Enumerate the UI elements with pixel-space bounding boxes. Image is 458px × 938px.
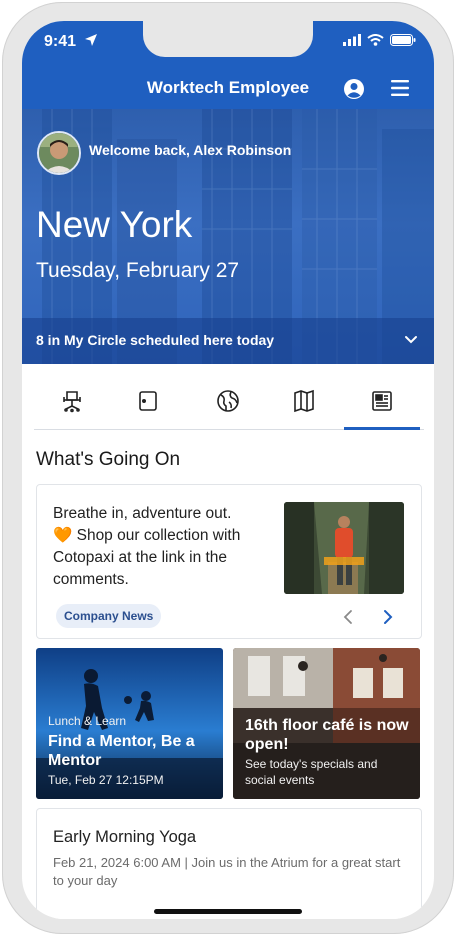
app-header: 9:41 Worktech Employee — [22, 21, 434, 109]
status-icons — [343, 34, 416, 46]
event-card[interactable]: Early Morning Yoga Feb 21, 2024 6:00 AM … — [36, 808, 422, 919]
news-body: 🧡 Shop our collection with Cotopaxi at t… — [53, 527, 241, 588]
my-circle-bar[interactable]: 8 in My Circle scheduled here today — [22, 318, 434, 364]
news-headline: Breathe in, adventure out. — [53, 505, 232, 522]
desk-chair-icon — [63, 390, 81, 412]
app-screen: 9:41 Worktech Employee Welcome back, Ale… — [22, 21, 434, 919]
location-arrow-icon — [85, 34, 97, 46]
newspaper-icon — [372, 390, 392, 411]
tile-title: Find a Mentor, Be a Mentor — [48, 733, 195, 769]
door-icon — [139, 390, 157, 411]
news-text: Breathe in, adventure out. 🧡 Shop our co… — [53, 503, 275, 591]
event-description: Feb 21, 2024 6:00 AM | Join us in the At… — [53, 855, 401, 888]
location-hero: Welcome back, Alex Robinson New York Tue… — [22, 109, 434, 364]
device-notch — [143, 21, 313, 57]
section-title: What's Going On — [36, 449, 181, 470]
feature-tabs — [34, 373, 424, 430]
tab-desks[interactable] — [42, 373, 102, 428]
globe-icon — [217, 389, 239, 412]
tile-category: Lunch & Learn — [48, 714, 127, 728]
tab-maps[interactable] — [274, 373, 334, 428]
menu-icon[interactable] — [390, 79, 410, 97]
tile-date: Tue, Feb 27 12:15PM — [48, 773, 164, 787]
my-circle-text: 8 in My Circle scheduled here today — [36, 332, 275, 348]
chevron-right-icon[interactable] — [381, 609, 395, 625]
avatar[interactable] — [37, 131, 81, 175]
tab-locations[interactable] — [198, 373, 258, 428]
battery-icon — [390, 34, 416, 46]
account-icon[interactable] — [343, 78, 365, 100]
location-city: New York — [36, 204, 193, 245]
tile-description: See today's specials and social events — [245, 757, 378, 787]
tab-news[interactable] — [344, 373, 420, 430]
news-image — [284, 502, 404, 594]
status-time: 9:41 — [44, 33, 77, 50]
signal-icon — [343, 34, 361, 46]
category-badge: Company News — [56, 604, 162, 628]
news-card[interactable]: Breathe in, adventure out. 🧡 Shop our co… — [36, 484, 422, 639]
tile-title: 16th floor café is now open! — [245, 717, 409, 753]
chevron-down-icon — [405, 336, 417, 344]
home-indicator[interactable] — [154, 909, 302, 914]
map-icon — [294, 389, 314, 412]
wifi-icon — [367, 34, 384, 46]
app-title: Worktech Employee — [146, 78, 310, 97]
event-title: Early Morning Yoga — [53, 828, 197, 846]
chevron-left-icon[interactable] — [341, 609, 355, 625]
location-date: Tuesday, February 27 — [36, 259, 240, 282]
cafe-tile[interactable]: 16th floor café is now open! See today's… — [233, 648, 420, 799]
welcome-message: Welcome back, Alex Robinson — [89, 142, 292, 158]
mentor-tile[interactable]: Lunch & Learn Find a Mentor, Be a Mentor… — [36, 648, 223, 799]
tab-rooms[interactable] — [118, 373, 178, 428]
